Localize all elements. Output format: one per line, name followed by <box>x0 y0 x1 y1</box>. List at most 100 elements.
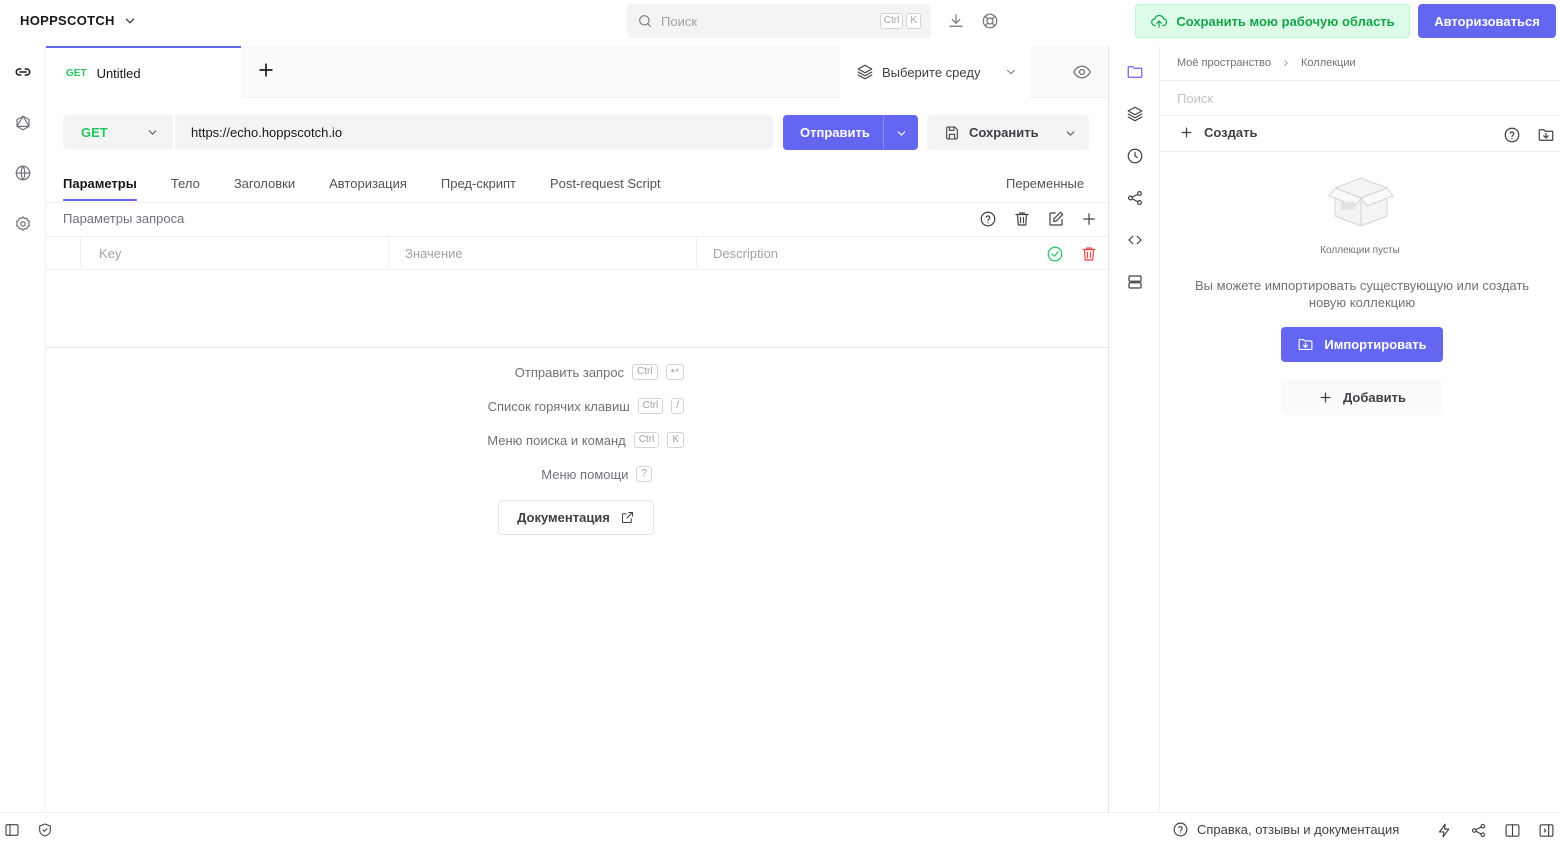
chevron-right-icon <box>1284 60 1288 66</box>
save-floppy-icon <box>946 125 958 140</box>
help-circle-icon[interactable] <box>1503 126 1521 144</box>
tab-title: Untitled <box>96 65 141 81</box>
kbd-key: / <box>671 398 684 414</box>
documentation-button[interactable]: Документация <box>498 500 654 535</box>
chevron-down-icon <box>1007 69 1015 75</box>
search-icon <box>639 15 651 27</box>
collections-folder-icon[interactable] <box>1123 60 1147 84</box>
kbd-key: K <box>906 13 921 29</box>
shortcut-row: Меню помощи ? <box>420 466 652 482</box>
method-label: GET <box>81 124 108 140</box>
tab-body[interactable]: Тело <box>171 168 200 202</box>
tab-headers[interactable]: Заголовки <box>234 168 295 202</box>
import-folder-icon[interactable] <box>1537 126 1555 144</box>
environment-label: Выберите среду <box>882 64 981 80</box>
lightning-icon[interactable] <box>1436 822 1453 839</box>
kbd-key: K <box>667 432 684 448</box>
help-circle-icon[interactable] <box>979 210 997 228</box>
save-request-button[interactable]: Сохранить <box>927 115 1089 150</box>
divider <box>1160 80 1560 81</box>
help-feedback-link[interactable]: Справка, отзывы и документация <box>1172 821 1399 838</box>
toggle-sidebar-icon[interactable] <box>4 822 20 838</box>
tab-pre-request-script[interactable]: Пред-скрипт <box>441 168 516 202</box>
tab-method: GET <box>66 67 87 79</box>
shortcut-row: Меню поиска и команд Ctrl K <box>420 432 684 448</box>
request-tab[interactable]: GET Untitled <box>46 46 241 98</box>
tab-authorization[interactable]: Авторизация <box>329 168 407 202</box>
search-input[interactable]: Поиск Ctrl K <box>627 4 931 38</box>
share-icon[interactable] <box>1123 186 1147 210</box>
chevron-down-icon <box>148 130 157 135</box>
create-collection-button[interactable]: Создать <box>1179 125 1257 140</box>
trash-icon[interactable] <box>1013 210 1031 228</box>
shortcut-row: Отправить запрос Ctrl ↩ <box>420 364 684 380</box>
documentation-label: Документация <box>517 510 610 525</box>
realtime-globe-icon[interactable] <box>11 161 35 185</box>
share-icon[interactable] <box>1470 822 1487 839</box>
settings-gear-icon[interactable] <box>11 212 35 236</box>
empty-description: Вы можете импортировать существующую или… <box>1194 278 1530 310</box>
method-select[interactable]: GET <box>63 115 173 149</box>
eye-icon[interactable] <box>1072 62 1092 82</box>
download-icon[interactable] <box>947 12 965 30</box>
split-layout-icon[interactable] <box>1504 822 1521 839</box>
code-icon[interactable] <box>1123 228 1147 252</box>
environments-layers-icon[interactable] <box>1123 102 1147 126</box>
delete-trash-icon[interactable] <box>1080 245 1098 263</box>
breadcrumb-workspace[interactable]: Моё пространство <box>1177 57 1271 69</box>
chevron-down-icon[interactable] <box>895 127 908 140</box>
add-param-plus-icon[interactable] <box>1080 210 1098 228</box>
kbd-key: ? <box>636 466 652 482</box>
collections-search-input[interactable]: Поиск <box>1177 91 1213 106</box>
tab-variables[interactable]: Переменные <box>1006 176 1084 191</box>
request-tabs-bar: GET Untitled Выберите среду <box>46 46 1108 98</box>
divider <box>1160 115 1560 116</box>
kbd-key: Ctrl <box>633 432 660 448</box>
param-value-input[interactable]: Значение <box>388 237 696 270</box>
toggle-right-panel-icon[interactable] <box>1538 822 1555 839</box>
url-input[interactable]: https://echo.hoppscotch.io <box>175 115 773 149</box>
breadcrumb: Моё пространство Коллекции <box>1177 57 1356 69</box>
shortcut-label: Меню поиска и команд <box>487 432 626 448</box>
param-key-input[interactable]: Key <box>80 237 388 270</box>
shield-check-icon[interactable] <box>37 822 53 838</box>
import-button[interactable]: Импортировать <box>1281 327 1443 362</box>
request-options-tabs: Параметры Тело Заголовки Авторизация Пре… <box>63 168 661 202</box>
right-nav-rail <box>1108 46 1160 812</box>
save-workspace-button[interactable]: Сохранить мою рабочую область <box>1135 4 1410 38</box>
kbd-key: Ctrl <box>637 398 664 414</box>
shortcut-label: Список горячих клавиш <box>487 398 630 414</box>
history-clock-icon[interactable] <box>1123 144 1147 168</box>
server-icon[interactable] <box>1123 270 1147 294</box>
workspace-switcher[interactable]: HOPPSCOTCH <box>20 13 137 28</box>
login-button[interactable]: Авторизоваться <box>1418 4 1556 38</box>
edit-icon[interactable] <box>1047 210 1065 228</box>
plus-icon <box>1181 127 1192 138</box>
help-lifebuoy-icon[interactable] <box>981 12 999 30</box>
table-row: Key Значение Description <box>46 237 1108 270</box>
send-button[interactable]: Отправить <box>783 115 918 150</box>
chevron-down-icon[interactable] <box>1064 127 1077 140</box>
brand-name: HOPPSCOTCH <box>20 13 115 28</box>
shortcut-label: Отправить запрос <box>514 364 625 380</box>
param-description-input[interactable]: Description <box>696 237 1036 270</box>
save-workspace-label: Сохранить мою рабочую область <box>1176 13 1395 29</box>
divider <box>46 347 1108 348</box>
params-title: Параметры запроса <box>63 211 185 226</box>
check-circle-icon[interactable] <box>1046 245 1064 263</box>
send-label: Отправить <box>800 125 870 140</box>
add-tab-plus-icon[interactable] <box>256 60 276 80</box>
shortcut-label: Меню помощи <box>541 466 629 482</box>
add-label: Добавить <box>1343 390 1406 405</box>
add-collection-button[interactable]: Добавить <box>1281 380 1443 415</box>
tab-post-request-script[interactable]: Post-request Script <box>550 168 661 202</box>
cloud-upload-icon <box>1151 15 1168 28</box>
layers-icon <box>857 64 873 80</box>
environment-select[interactable]: Выберите среду <box>840 46 1030 98</box>
tab-parameters[interactable]: Параметры <box>63 168 137 202</box>
graphql-icon[interactable] <box>11 111 35 135</box>
kbd-key: ↩ <box>665 364 684 380</box>
app-header: HOPPSCOTCH Поиск Ctrl K Сохранить мою ра… <box>0 0 1560 46</box>
rest-nav-link-icon[interactable] <box>11 60 35 84</box>
breadcrumb-collections: Коллекции <box>1301 57 1356 69</box>
